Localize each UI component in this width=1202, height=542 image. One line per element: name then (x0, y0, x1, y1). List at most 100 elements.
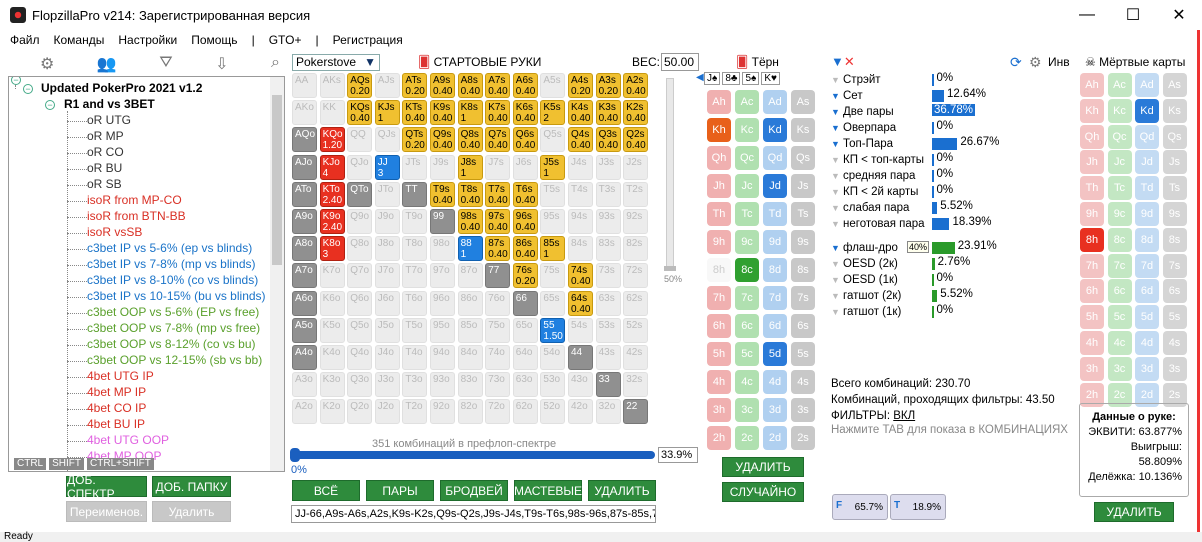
filter-icon[interactable]: ▼ (831, 54, 844, 69)
filter-icon[interactable]: ▼ (831, 243, 843, 253)
hand-cell[interactable]: 62o (512, 399, 538, 425)
turn-card[interactable]: 9d (763, 230, 787, 254)
filter-icon[interactable]: ▼ (831, 307, 843, 317)
turn-card[interactable]: 9s (791, 230, 815, 254)
turn-card[interactable]: Tc (735, 202, 759, 226)
hand-cell[interactable]: A6o (292, 290, 317, 316)
turn-card[interactable]: Kh (707, 118, 731, 142)
turn-card[interactable]: Jh (707, 174, 731, 198)
hand-cell[interactable]: 86s 0.40 (512, 236, 538, 262)
hand-cell[interactable]: 96s 0.40 (512, 209, 538, 234)
dead-card[interactable]: Ac (1107, 73, 1132, 97)
hand-cell[interactable]: Q4o (347, 345, 373, 370)
tree-item-14[interactable]: c3bet OOP vs 7-8% (mp vs free) (87, 321, 260, 335)
dead-card[interactable]: 9d (1135, 202, 1159, 226)
hand-cell[interactable]: Q4s 0.40 (568, 127, 593, 153)
collapse-toggle-icon[interactable]: − (11, 77, 21, 85)
hand-cell[interactable]: JTo (374, 181, 400, 207)
tree-item-9[interactable]: c3bet IP vs 5-6% (ep vs blinds) (87, 241, 252, 255)
dead-card[interactable]: Qd (1135, 124, 1159, 149)
hand-cell[interactable]: J5o (374, 317, 400, 343)
hand-cell[interactable]: J4o (374, 345, 400, 370)
hand-cell[interactable]: Q6o (347, 290, 373, 316)
rename-button[interactable]: Переименов. (66, 501, 147, 522)
hand-cell[interactable]: 83o (457, 372, 483, 398)
users-icon[interactable]: 👥 (97, 54, 117, 74)
hand-cell[interactable]: Q7o (347, 263, 373, 289)
search-icon[interactable]: ⌕ (271, 54, 280, 74)
hand-cell[interactable]: 75o (485, 317, 511, 343)
stat-row[interactable]: ▼ средняя пара (831, 168, 915, 183)
stat-row[interactable]: ▼ КП < 2й карты (831, 184, 918, 199)
turn-card[interactable]: Qd (763, 146, 787, 170)
hand-cell[interactable]: TT (402, 181, 428, 207)
hand-cell[interactable]: 94o (430, 345, 455, 370)
filter-icon[interactable]: ▼ (831, 155, 843, 165)
turn-card[interactable]: Qc (735, 146, 759, 170)
dead-card[interactable]: 8h (1080, 227, 1104, 252)
hand-cell[interactable]: 94s (568, 209, 593, 234)
dead-card[interactable]: Ah (1080, 73, 1104, 97)
hand-cell[interactable]: 63o (512, 372, 538, 398)
hand-cell[interactable]: 66 (512, 290, 538, 316)
stat-row[interactable]: ▼ OESD (2к) (831, 256, 898, 271)
hand-cell[interactable]: K8o 3 (319, 236, 345, 262)
tree-item-5[interactable]: oR SB (87, 177, 122, 191)
hand-cell[interactable]: K8s 1 (457, 100, 483, 126)
dead-card[interactable]: 7d (1135, 253, 1159, 278)
hand-cell[interactable]: T9o (402, 209, 428, 234)
hand-cell[interactable]: 44 (568, 345, 593, 370)
turn-card[interactable]: 6c (735, 314, 759, 338)
turn-card[interactable]: 6s (791, 314, 815, 338)
hand-cell[interactable]: A9s 0.40 (430, 73, 455, 98)
dead-card[interactable]: 6s (1162, 279, 1187, 304)
hand-cell[interactable]: 95o (430, 317, 455, 343)
range-percent-input[interactable]: 33.9% (658, 447, 698, 463)
weight-input[interactable]: 50.00 (661, 53, 699, 71)
hand-cell[interactable]: QJs (374, 127, 400, 153)
tree-item-11[interactable]: c3bet IP vs 8-10% (co vs blinds) (87, 273, 258, 287)
filter-icon[interactable]: ▼ (831, 203, 843, 213)
hand-cell[interactable]: JTs (402, 154, 428, 180)
turn-card[interactable]: 9h (707, 230, 731, 254)
range-percent-knob[interactable] (290, 448, 300, 462)
hand-cell[interactable]: K5o (319, 317, 345, 343)
filter-icon[interactable]: ▼ (831, 123, 843, 133)
tree-item-21[interactable]: 4bet UTG OOP (87, 433, 169, 447)
hand-cell[interactable]: A4o (292, 345, 317, 370)
hand-cell[interactable]: K5s 2 (540, 100, 566, 126)
hand-cell[interactable]: KQo 1.20 (319, 127, 345, 153)
stat-row[interactable]: ▼ Оверпара (831, 120, 896, 135)
filter-icon[interactable]: ▼ (831, 139, 843, 149)
hand-cell[interactable]: KJo 4 (319, 154, 345, 180)
turn-card[interactable]: 2c (735, 426, 759, 450)
tree-item-16[interactable]: c3bet OOP vs 12-15% (sb vs bb) (87, 353, 262, 367)
hand-cell[interactable]: 92o (430, 399, 455, 425)
dead-card[interactable]: Td (1135, 176, 1159, 201)
tree-item-6[interactable]: isoR from MP-CO (87, 193, 182, 207)
board-delete-button[interactable]: УДАЛИТЬ (722, 457, 804, 477)
hand-cell[interactable]: 84s (568, 236, 593, 262)
hand-cell[interactable]: Q9s 0.40 (430, 127, 455, 153)
tree-item-19[interactable]: 4bet CO IP (87, 401, 146, 415)
hand-cell[interactable]: QJo (347, 154, 373, 180)
stat-row[interactable]: ▼ Две пары (831, 104, 894, 119)
hand-cell[interactable]: J9o (374, 209, 400, 234)
broadway-button[interactable]: БРОДВЕЙ (440, 480, 508, 501)
hand-cell[interactable]: 96o (430, 290, 455, 316)
modifier-key[interactable]: CTRL (14, 458, 47, 470)
dead-card[interactable]: 6h (1080, 279, 1104, 304)
hand-cell[interactable]: Q8s 0.40 (457, 127, 483, 153)
dead-card[interactable]: Js (1162, 150, 1187, 175)
hand-cell[interactable]: AKo (292, 100, 317, 126)
weight-slider[interactable] (664, 78, 676, 271)
hand-cell[interactable]: J7o (374, 263, 400, 289)
hand-cell[interactable]: 77 (485, 263, 511, 289)
hand-cell[interactable]: Q6s 0.40 (512, 127, 538, 153)
hand-cell[interactable]: J3o (374, 372, 400, 398)
turn-card[interactable]: 3d (763, 398, 787, 422)
turn-card[interactable]: Qs (791, 146, 815, 170)
filter-icon[interactable]: ▼ (831, 259, 843, 269)
hand-cell[interactable]: 85o (457, 317, 483, 343)
turn-card[interactable]: 7d (763, 286, 787, 310)
